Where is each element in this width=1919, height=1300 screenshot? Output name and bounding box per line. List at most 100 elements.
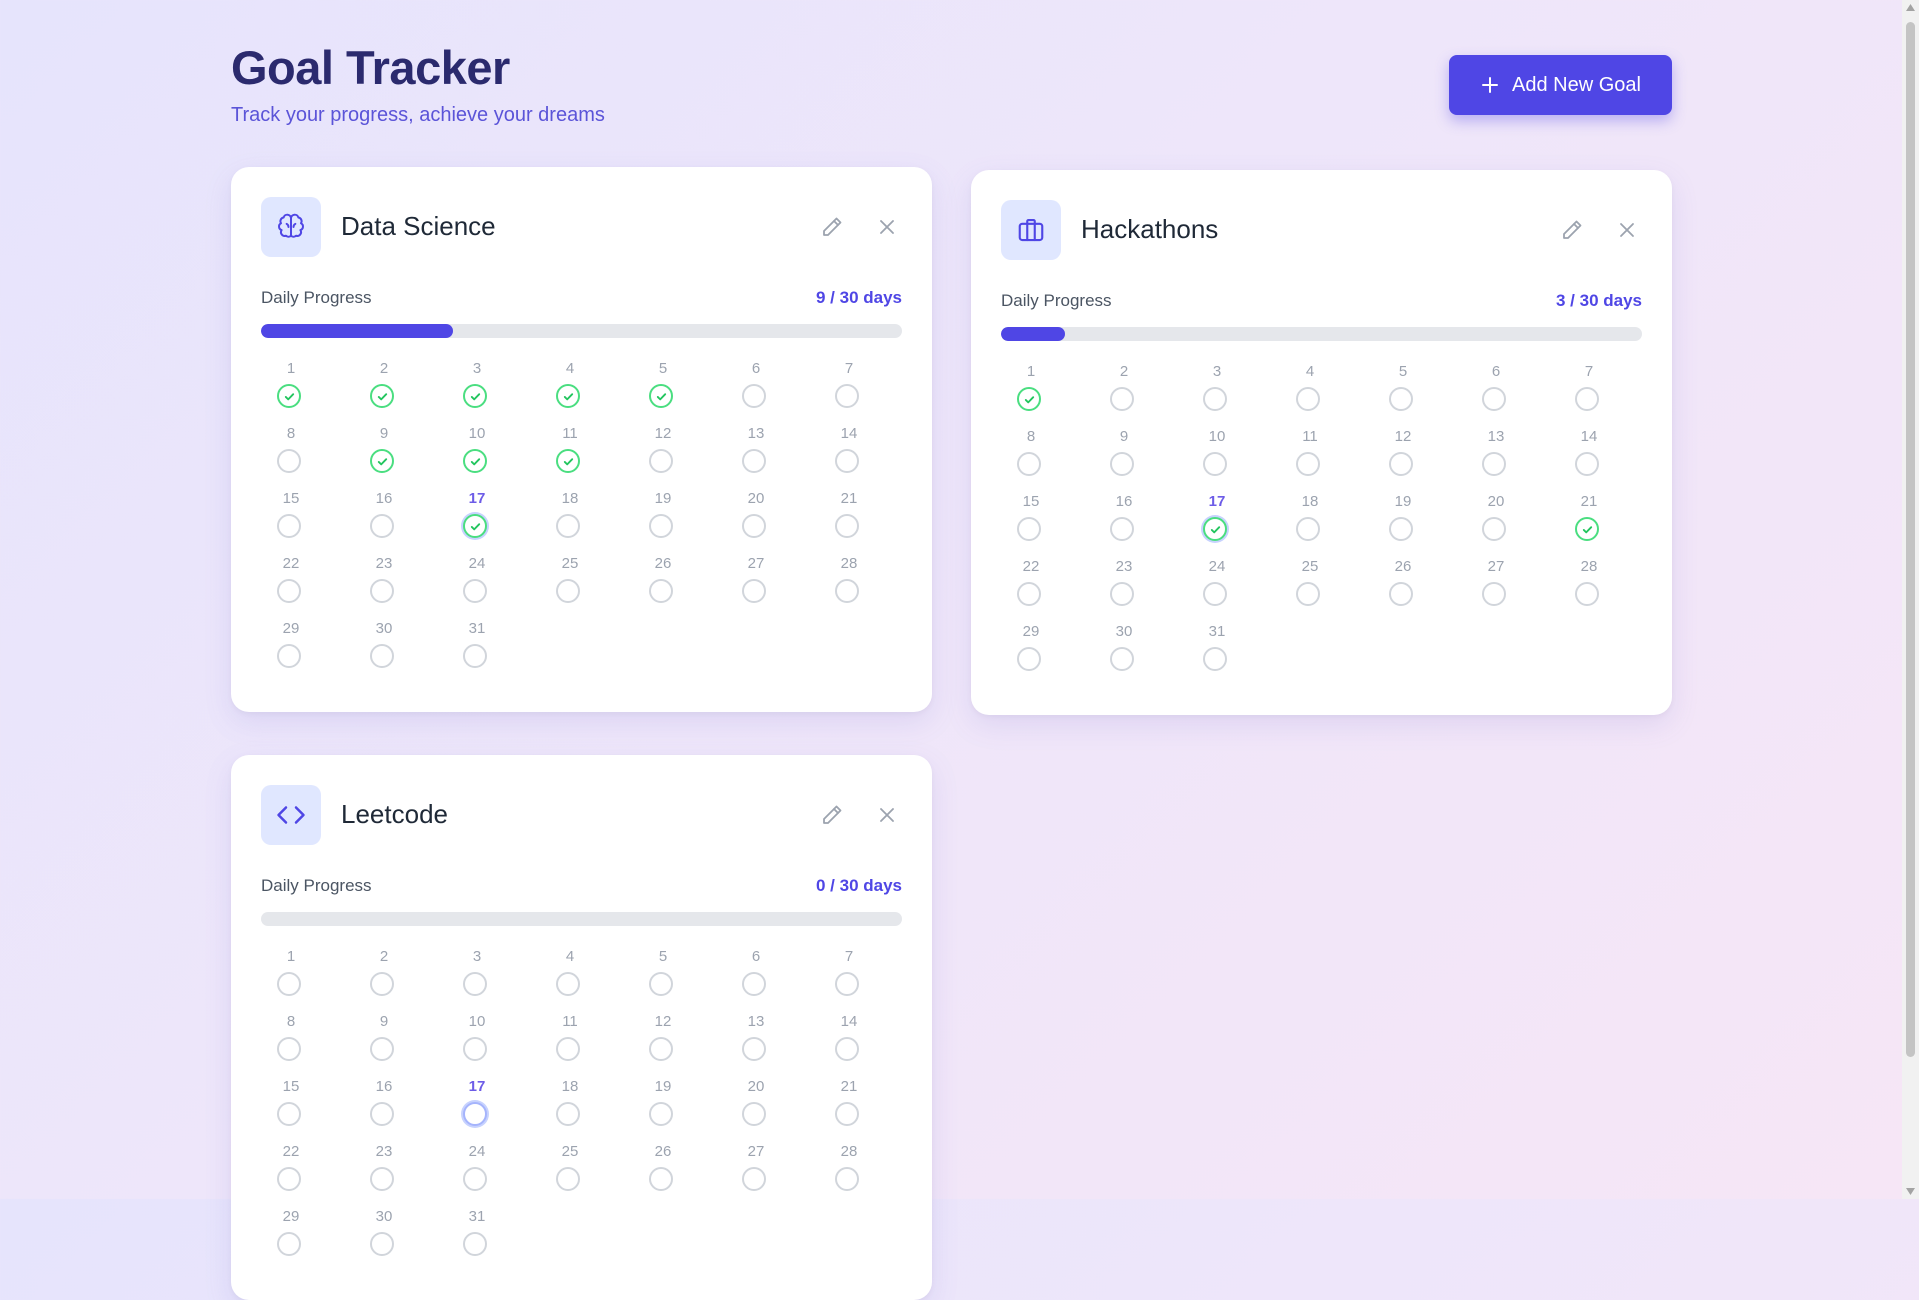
day-checkbox[interactable] <box>370 1232 394 1256</box>
day-checkbox[interactable] <box>1389 452 1413 476</box>
day-checkbox[interactable] <box>1203 452 1227 476</box>
day-checkbox[interactable] <box>1203 387 1227 411</box>
day-checkbox-checked[interactable] <box>463 384 487 408</box>
day-checkbox[interactable] <box>556 579 580 603</box>
day-checkbox[interactable] <box>1296 582 1320 606</box>
day-checkbox-checked[interactable] <box>556 384 580 408</box>
day-checkbox[interactable] <box>370 514 394 538</box>
day-checkbox[interactable] <box>463 644 487 668</box>
day-checkbox[interactable] <box>1482 387 1506 411</box>
day-checkbox[interactable] <box>370 1167 394 1191</box>
day-checkbox[interactable] <box>463 1167 487 1191</box>
scroll-down-icon[interactable] <box>1905 1186 1916 1197</box>
day-checkbox[interactable] <box>1575 582 1599 606</box>
delete-goal-button[interactable] <box>872 212 902 242</box>
day-checkbox[interactable] <box>1203 647 1227 671</box>
day-checkbox[interactable] <box>835 384 859 408</box>
day-checkbox[interactable] <box>1110 387 1134 411</box>
day-checkbox[interactable] <box>1296 387 1320 411</box>
day-checkbox[interactable] <box>835 514 859 538</box>
day-checkbox[interactable] <box>277 449 301 473</box>
delete-goal-button[interactable] <box>1612 215 1642 245</box>
day-checkbox[interactable] <box>556 1037 580 1061</box>
day-checkbox[interactable] <box>556 1102 580 1126</box>
add-new-goal-button[interactable]: Add New Goal <box>1449 55 1672 115</box>
day-checkbox[interactable] <box>556 1167 580 1191</box>
day-checkbox[interactable] <box>1482 517 1506 541</box>
day-checkbox[interactable] <box>463 579 487 603</box>
day-checkbox[interactable] <box>742 1167 766 1191</box>
day-checkbox[interactable] <box>370 1102 394 1126</box>
day-checkbox[interactable] <box>277 644 301 668</box>
day-checkbox[interactable] <box>1389 387 1413 411</box>
day-checkbox[interactable] <box>649 449 673 473</box>
day-checkbox[interactable] <box>1482 582 1506 606</box>
day-checkbox[interactable] <box>463 1037 487 1061</box>
day-checkbox[interactable] <box>370 972 394 996</box>
day-checkbox-checked[interactable] <box>556 449 580 473</box>
day-checkbox[interactable] <box>463 1232 487 1256</box>
edit-goal-button[interactable] <box>817 800 847 830</box>
day-checkbox[interactable] <box>1389 582 1413 606</box>
day-checkbox[interactable] <box>742 514 766 538</box>
day-checkbox[interactable] <box>649 514 673 538</box>
day-checkbox[interactable] <box>370 579 394 603</box>
edit-goal-button[interactable] <box>817 212 847 242</box>
day-checkbox[interactable] <box>1575 387 1599 411</box>
day-checkbox[interactable] <box>1017 452 1041 476</box>
day-checkbox[interactable] <box>1110 517 1134 541</box>
day-checkbox[interactable] <box>1575 452 1599 476</box>
day-checkbox-checked[interactable] <box>1017 387 1041 411</box>
day-checkbox[interactable] <box>649 579 673 603</box>
day-checkbox-checked[interactable] <box>649 384 673 408</box>
day-checkbox[interactable] <box>556 514 580 538</box>
day-checkbox-checked[interactable] <box>370 384 394 408</box>
day-checkbox[interactable] <box>277 579 301 603</box>
day-checkbox[interactable] <box>649 972 673 996</box>
scrollbar-thumb[interactable] <box>1906 22 1915 1057</box>
day-checkbox[interactable] <box>1017 582 1041 606</box>
day-checkbox[interactable] <box>1389 517 1413 541</box>
edit-goal-button[interactable] <box>1557 215 1587 245</box>
day-checkbox[interactable] <box>1203 582 1227 606</box>
day-checkbox[interactable] <box>742 1102 766 1126</box>
day-checkbox[interactable] <box>277 1167 301 1191</box>
day-checkbox[interactable] <box>835 579 859 603</box>
day-checkbox[interactable] <box>742 972 766 996</box>
day-checkbox[interactable] <box>463 972 487 996</box>
day-checkbox[interactable] <box>649 1167 673 1191</box>
day-checkbox-checked[interactable] <box>277 384 301 408</box>
day-checkbox[interactable] <box>1110 452 1134 476</box>
day-checkbox[interactable] <box>1296 517 1320 541</box>
day-checkbox[interactable] <box>835 1037 859 1061</box>
day-checkbox[interactable] <box>1017 647 1041 671</box>
day-checkbox[interactable] <box>742 579 766 603</box>
day-checkbox-checked[interactable] <box>463 514 487 538</box>
day-checkbox[interactable] <box>742 1037 766 1061</box>
day-checkbox[interactable] <box>1110 582 1134 606</box>
day-checkbox[interactable] <box>649 1037 673 1061</box>
day-checkbox[interactable] <box>1017 517 1041 541</box>
day-checkbox-checked[interactable] <box>370 449 394 473</box>
day-checkbox[interactable] <box>835 1102 859 1126</box>
day-checkbox[interactable] <box>463 1102 487 1126</box>
day-checkbox-checked[interactable] <box>1203 517 1227 541</box>
day-checkbox-checked[interactable] <box>1575 517 1599 541</box>
day-checkbox[interactable] <box>835 1167 859 1191</box>
day-checkbox-checked[interactable] <box>463 449 487 473</box>
day-checkbox[interactable] <box>277 1102 301 1126</box>
day-checkbox[interactable] <box>370 1037 394 1061</box>
day-checkbox[interactable] <box>742 449 766 473</box>
scroll-up-icon[interactable] <box>1905 2 1916 13</box>
day-checkbox[interactable] <box>1110 647 1134 671</box>
day-checkbox[interactable] <box>277 972 301 996</box>
day-checkbox[interactable] <box>277 1232 301 1256</box>
delete-goal-button[interactable] <box>872 800 902 830</box>
day-checkbox[interactable] <box>835 972 859 996</box>
day-checkbox[interactable] <box>556 972 580 996</box>
day-checkbox[interactable] <box>1482 452 1506 476</box>
day-checkbox[interactable] <box>277 1037 301 1061</box>
day-checkbox[interactable] <box>370 644 394 668</box>
day-checkbox[interactable] <box>835 449 859 473</box>
day-checkbox[interactable] <box>742 384 766 408</box>
